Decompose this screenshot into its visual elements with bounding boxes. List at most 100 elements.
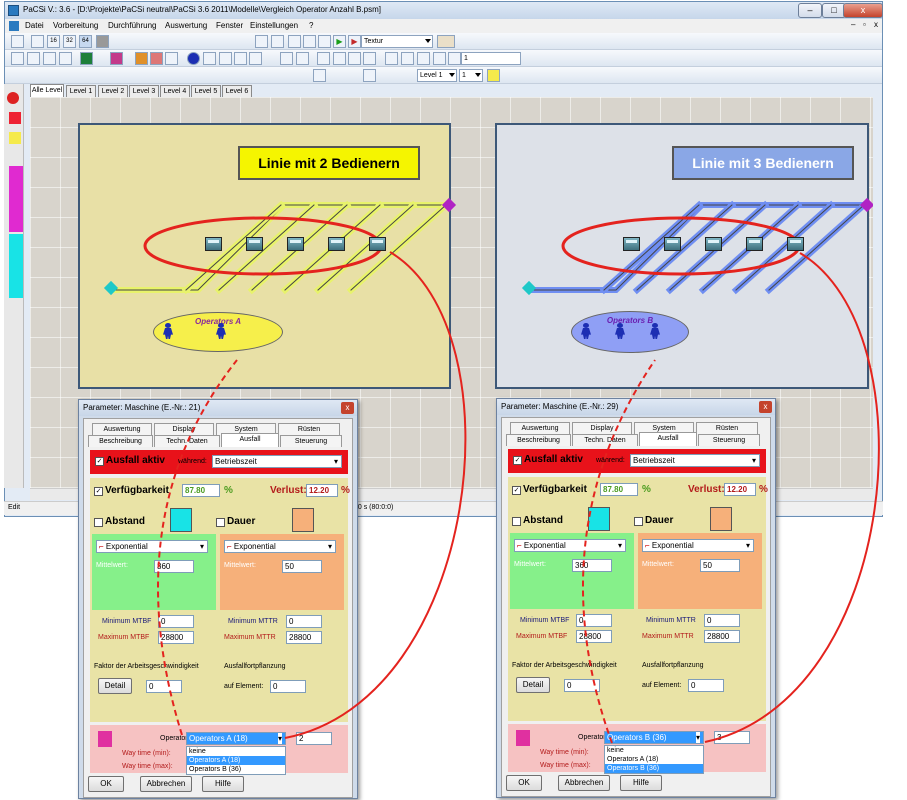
machine-icon[interactable]: [664, 237, 681, 251]
tab-techn-daten[interactable]: Techn. Daten: [572, 434, 638, 446]
verlust-value[interactable]: 12.20: [724, 483, 756, 496]
help-button[interactable]: Hilfe: [202, 776, 244, 792]
help-button[interactable]: Hilfe: [620, 775, 662, 791]
mdi-restore-icon[interactable]: ▫: [863, 20, 866, 29]
minimize-button[interactable]: –: [798, 3, 822, 18]
tab-level-3[interactable]: Level 3: [129, 85, 159, 97]
element-tool-icon[interactable]: [234, 52, 247, 65]
layer-icon[interactable]: [363, 69, 376, 82]
ok-button[interactable]: OK: [88, 776, 124, 792]
color-icon[interactable]: [96, 35, 109, 48]
dauer-checkbox[interactable]: [634, 517, 643, 526]
menu-fenster[interactable]: Fenster: [216, 21, 243, 30]
lock-icon[interactable]: [448, 52, 461, 65]
size-64-button[interactable]: 64: [79, 35, 92, 48]
line-width-icon[interactable]: [417, 52, 430, 65]
operator-select[interactable]: Operators A (18) ▾: [186, 732, 286, 745]
verfuegbarkeit-checkbox[interactable]: ✓: [512, 486, 521, 495]
max-mttr-input[interactable]: 28800: [704, 630, 740, 643]
mdi-close-icon[interactable]: x: [874, 20, 878, 29]
verfuegbarkeit-checkbox[interactable]: ✓: [94, 487, 103, 496]
snap-icon[interactable]: [31, 35, 44, 48]
dropdown-option[interactable]: keine: [605, 746, 703, 755]
tab-auswertung[interactable]: Auswertung: [92, 423, 152, 435]
color-picker-icon[interactable]: [433, 52, 446, 65]
tab-display[interactable]: Display: [154, 423, 214, 435]
dropdown-option[interactable]: Operators A (18): [605, 755, 703, 764]
abstand-checkbox[interactable]: [512, 517, 521, 526]
max-mtbf-input[interactable]: 28800: [158, 631, 194, 644]
tab-steuerung[interactable]: Steuerung: [698, 434, 760, 446]
repair-operator-icon[interactable]: [292, 508, 314, 532]
tab-ausfall[interactable]: Ausfall: [639, 432, 697, 446]
waehrend-select[interactable]: Betriebszeit ▾: [212, 455, 342, 468]
machine-icon[interactable]: [328, 237, 345, 251]
step-icon[interactable]: [318, 35, 331, 48]
spin-input[interactable]: 1: [461, 52, 521, 65]
node-icon[interactable]: [333, 52, 346, 65]
max-mttr-input[interactable]: 28800: [286, 631, 322, 644]
path-icon[interactable]: [348, 52, 361, 65]
min-mttr-input[interactable]: 0: [286, 615, 322, 628]
operator-count-input[interactable]: 2: [296, 732, 332, 745]
record-icon[interactable]: ▶: [348, 35, 361, 48]
tab-level-1[interactable]: Level 1: [66, 85, 96, 97]
cancel-button[interactable]: Abbrechen: [558, 775, 610, 791]
menu-einstellungen[interactable]: Einstellungen: [250, 21, 298, 30]
operator-tool-icon[interactable]: [203, 52, 216, 65]
link-icon[interactable]: [317, 52, 330, 65]
dropdown-option[interactable]: Operators A (18): [187, 756, 285, 765]
magnet-icon[interactable]: [313, 69, 326, 82]
waehrend-select[interactable]: Betriebszeit ▾: [630, 454, 760, 467]
machine-icon[interactable]: [623, 237, 640, 251]
tab-beschreibung[interactable]: Beschreibung: [88, 435, 153, 447]
menu-vorbereitung[interactable]: Vorbereitung: [53, 21, 98, 30]
mtbf-mean-input[interactable]: 360: [154, 560, 194, 573]
tab-level-5[interactable]: Level 5: [191, 85, 221, 97]
save-icon[interactable]: [43, 52, 56, 65]
size-16-button[interactable]: 16: [47, 35, 60, 48]
repair-operator-icon[interactable]: [710, 507, 732, 531]
dropdown-option[interactable]: keine: [187, 747, 285, 756]
verfuegbarkeit-value[interactable]: 87.80: [182, 484, 220, 497]
tab-techn-daten[interactable]: Techn. Daten: [154, 435, 220, 447]
faktor-input[interactable]: 0: [146, 680, 182, 693]
tab-beschreibung[interactable]: Beschreibung: [506, 434, 571, 446]
level-combo[interactable]: Level 1: [417, 69, 457, 82]
menu-datei[interactable]: Datei: [25, 21, 44, 30]
pause-icon[interactable]: [303, 35, 316, 48]
export-icon[interactable]: [249, 52, 262, 65]
operator-wait-icon[interactable]: [170, 508, 192, 532]
texture-color-icon[interactable]: [437, 35, 455, 48]
gantt-icon[interactable]: [150, 52, 163, 65]
zoom-out-icon[interactable]: [401, 52, 414, 65]
machine-icon[interactable]: [369, 237, 386, 251]
close-button[interactable]: x: [843, 3, 883, 18]
auf-element-input[interactable]: 0: [270, 680, 306, 693]
machine-tool-icon[interactable]: [271, 35, 284, 48]
machine-icon[interactable]: [787, 237, 804, 251]
dialog-close-button[interactable]: x: [341, 402, 354, 414]
level-color-icon[interactable]: [487, 69, 500, 82]
tab-display[interactable]: Display: [572, 422, 632, 434]
machine-icon[interactable]: [287, 237, 304, 251]
level-number-combo[interactable]: 1: [459, 69, 483, 82]
mtbf-distribution-select[interactable]: ⌐ Exponential ▾: [96, 540, 208, 553]
cyan-palette-icon[interactable]: [9, 234, 23, 298]
play-icon[interactable]: ▶: [333, 35, 346, 48]
operator-select[interactable]: Operators B (36) ▾: [604, 731, 704, 744]
operator-count-input[interactable]: 3: [714, 731, 750, 744]
open-icon[interactable]: [27, 52, 40, 65]
mtbf-distribution-select[interactable]: ⌐ Exponential ▾: [514, 539, 626, 552]
flip-icon[interactable]: [363, 52, 376, 65]
size-32-button[interactable]: 32: [63, 35, 76, 48]
mtbf-mean-input[interactable]: 360: [572, 559, 612, 572]
list-icon[interactable]: [165, 52, 178, 65]
machine-icon[interactable]: [205, 237, 222, 251]
ausfall-checkbox[interactable]: ✓: [513, 456, 522, 465]
menu-durchfuehrung[interactable]: Durchführung: [108, 21, 156, 30]
dropdown-option[interactable]: Operators B (36): [605, 764, 703, 773]
min-mtbf-input[interactable]: 0: [158, 615, 194, 628]
verlust-value[interactable]: 12.20: [306, 484, 338, 497]
chart-icon[interactable]: [135, 52, 148, 65]
